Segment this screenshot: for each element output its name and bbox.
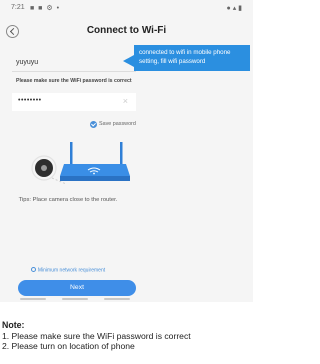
note-title: Note:	[2, 320, 25, 330]
camera-router-illustration	[31, 142, 130, 185]
nav-bar: Connect to Wi-Fi	[0, 18, 253, 48]
wifi-name-value: yuyuyu	[16, 59, 39, 66]
status-time: 7:21	[11, 4, 25, 11]
tips-text: Tips: Place camera close to the router.	[18, 197, 118, 203]
checkmark-icon	[90, 121, 97, 128]
field-underline	[12, 71, 136, 72]
indicator-segment	[20, 298, 46, 300]
home-indicator	[20, 298, 130, 300]
note-section: Note: 1. Please make sure the WiFi passw…	[2, 320, 191, 351]
signal-battery-icons: ● ▴ ▮	[226, 5, 242, 12]
minimum-requirement-link[interactable]: Minimum network requirement	[0, 267, 136, 274]
clear-icon[interactable]: ×	[123, 96, 128, 106]
save-password-label: Save password	[99, 121, 136, 127]
page-title: Connect to Wi-Fi	[86, 25, 167, 36]
note-line: 1. Please make sure the WiFi password is…	[2, 331, 191, 341]
minimum-requirement-label: Minimum network requirement	[37, 267, 106, 274]
info-icon	[30, 267, 36, 272]
indicator-segment	[62, 298, 88, 300]
notification-icons: ■ ■ ⚙ •	[30, 5, 61, 12]
router-icon	[60, 164, 130, 176]
instruction-tooltip: connected to wifi in mobile phone settin…	[134, 45, 250, 71]
password-note: Please make sure the WiFi password is co…	[16, 78, 132, 84]
note-line: 2. Please turn on location of phone	[2, 341, 135, 351]
password-value: ••••••••	[18, 97, 42, 104]
wifi-name-field[interactable]: yuyuyu	[12, 54, 136, 72]
tooltip-arrow	[123, 55, 134, 67]
indicator-segment	[104, 298, 130, 300]
password-field[interactable]: •••••••• ×	[12, 93, 136, 111]
next-button[interactable]: Next	[18, 280, 136, 296]
status-bar: 7:21 ■ ■ ⚙ • ● ▴ ▮	[0, 0, 253, 16]
